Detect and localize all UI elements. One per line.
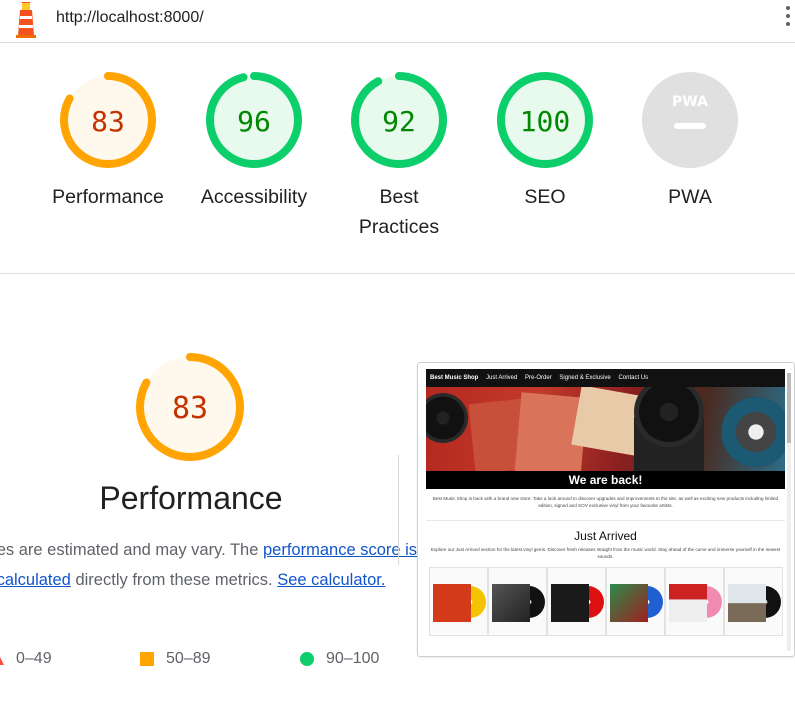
gauge-best-practices-label: Best Practices <box>358 186 440 238</box>
just-arrived-desc: Explore our Just Arrived section for the… <box>430 547 781 559</box>
pwa-badge-icon: PWA <box>642 72 738 168</box>
product-tile <box>665 567 724 636</box>
site-nav: Best Music Shop Just Arrived Pre-Order S… <box>426 369 785 387</box>
section-divider <box>0 273 795 274</box>
vertical-separator <box>398 455 399 565</box>
gauge-accessibility[interactable]: 96 Accessibility <box>189 70 319 212</box>
site-nav-signed: Signed & Exclusive <box>559 375 611 381</box>
site-nav-contact: Contact Us <box>618 375 649 381</box>
legend-average-label: 50–89 <box>166 650 211 667</box>
intro-text: Best Music Shop is back with a brand new… <box>432 496 779 508</box>
gauge-seo-arc: 100 <box>497 72 593 168</box>
lighthouse-logo-icon <box>16 2 36 38</box>
product-tile <box>488 567 547 636</box>
performance-title: Performance <box>99 480 283 516</box>
fail-triangle-icon <box>0 656 4 665</box>
gauge-pwa-label: PWA <box>668 186 712 208</box>
site-nav-brand: Best Music Shop <box>430 375 479 381</box>
legend-average: 50–89 <box>140 650 211 668</box>
gauge-performance-score: 83 <box>91 105 125 138</box>
hero-banner: We are back! <box>426 387 785 489</box>
gauge-performance-label: Performance <box>52 186 164 208</box>
gauge-best-practices-arc: 92 <box>351 72 447 168</box>
gauge-seo-score: 100 <box>520 105 571 138</box>
pass-circle-icon <box>300 651 314 666</box>
gauge-seo-label: SEO <box>524 186 566 208</box>
site-nav-just-arrived: Just Arrived <box>486 375 518 381</box>
performance-description: Values are estimated and may vary. The p… <box>0 535 422 595</box>
gauge-seo[interactable]: 100 SEO <box>480 70 610 212</box>
gauge-accessibility-score: 96 <box>237 105 271 138</box>
product-tile <box>606 567 665 636</box>
intro-divider <box>426 520 785 521</box>
more-options-icon[interactable] <box>782 6 794 34</box>
page-url: http://localhost:8000/ <box>56 9 204 26</box>
gauge-performance[interactable]: 83 Performance <box>43 70 173 212</box>
product-tile <box>429 567 488 636</box>
product-tile <box>547 567 606 636</box>
site-nav-pre-order: Pre-Order <box>525 375 552 381</box>
see-calculator-link[interactable]: See calculator. <box>277 571 385 589</box>
gauge-best-practices-score: 92 <box>382 105 416 138</box>
legend-fail: 0–49 <box>0 650 52 668</box>
hero-heading: We are back! <box>426 471 785 489</box>
gauge-best-practices[interactable]: 92 Best Practices <box>334 70 464 242</box>
url-bar: http://localhost:8000/ <box>0 0 795 43</box>
performance-desc-mid: directly from these metrics. <box>75 571 273 589</box>
just-arrived-title: Just Arrived <box>574 529 637 543</box>
final-screenshot[interactable]: Best Music Shop Just Arrived Pre-Order S… <box>417 362 795 657</box>
performance-gauge-large-arc: 83 <box>136 353 244 461</box>
product-tile <box>724 567 783 636</box>
legend-fail-label: 0–49 <box>16 650 52 667</box>
performance-desc-text: Values are estimated and may vary. The <box>0 541 259 559</box>
gauge-accessibility-label: Accessibility <box>200 186 308 208</box>
performance-gauge-large: 83 <box>120 352 260 469</box>
screenshot-scroll-thumb <box>787 373 791 443</box>
gauge-performance-arc: 83 <box>60 72 156 168</box>
performance-score-large: 83 <box>172 391 208 426</box>
average-square-icon <box>140 651 154 666</box>
legend-pass: 90–100 <box>300 650 379 668</box>
pwa-badge-text: PWA <box>672 94 708 110</box>
gauge-accessibility-arc: 96 <box>206 72 302 168</box>
gauge-pwa[interactable]: PWA PWA <box>625 70 755 212</box>
legend-pass-label: 90–100 <box>326 650 380 667</box>
